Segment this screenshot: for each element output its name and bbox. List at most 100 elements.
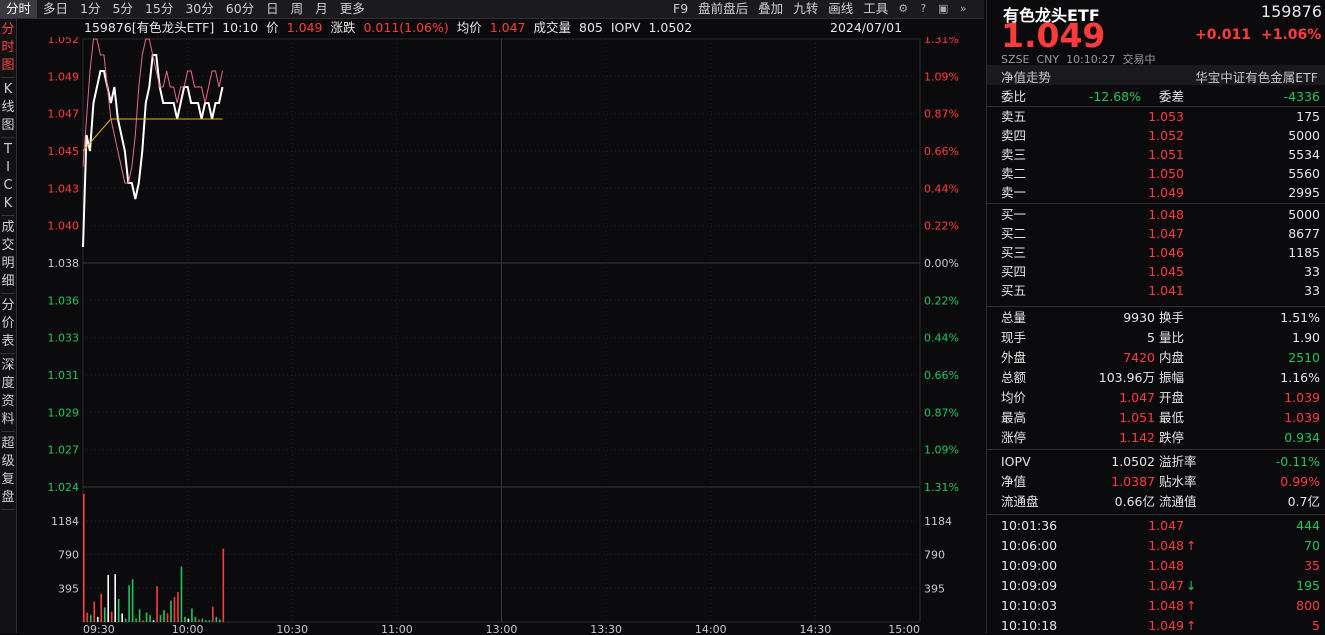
- tool-tab-2[interactable]: 叠加: [753, 0, 788, 18]
- side-nav-item-5[interactable]: 深度资料: [0, 357, 16, 429]
- side-nav-item-4[interactable]: 分价表: [0, 297, 16, 351]
- side-nav-item-2[interactable]: TICK: [0, 141, 16, 213]
- intraday-chart[interactable]: 1.052 1.31% 1.049 1.09% 1.047 0.87% 1.045 0.66%…: [17, 37, 984, 633]
- bid-label: 买三: [1001, 245, 1027, 260]
- volume-bar: [191, 608, 193, 622]
- stat-label: 贴水率: [1159, 474, 1197, 489]
- y-tick-right: 0.66%: [924, 369, 959, 382]
- period-tab-6[interactable]: 60分: [220, 0, 260, 18]
- iopv-label: IOPV: [610, 20, 641, 35]
- tool-tab-4[interactable]: 画线: [823, 0, 858, 18]
- ask-row: 卖三 1.051 5534: [987, 145, 1325, 164]
- stat-value: 0.7亿: [1287, 494, 1320, 509]
- expand-icon[interactable]: »: [956, 2, 970, 16]
- bid-label: 买四: [1001, 264, 1027, 279]
- stat-value: 1.51%: [1280, 310, 1320, 325]
- weibi-value: -12.68%: [1088, 89, 1141, 104]
- y-tick-left: 1.052: [48, 37, 80, 46]
- stat-row: 外盘 7420 内盘 2510: [987, 348, 1325, 367]
- volume-bar: [198, 619, 200, 622]
- divider: [987, 514, 1325, 515]
- volume-bar: [110, 611, 113, 622]
- tick-price: 1.049: [1148, 618, 1184, 633]
- y-tick-left: 1.033: [48, 332, 80, 345]
- volume-bar: [184, 616, 186, 622]
- bid-price: 1.041: [1148, 283, 1184, 298]
- price-value: 1.049: [286, 20, 323, 35]
- chart-info-bar: 159876[有色龙头ETF] 10:10 价 1.049 涨跌 0.011(1…: [84, 19, 920, 37]
- period-tab-7[interactable]: 日: [260, 0, 285, 18]
- arrow-up-icon: ↑: [1186, 618, 1197, 633]
- y-tick-right: 0.87%: [924, 108, 959, 121]
- ask-vol: 175: [1296, 109, 1320, 124]
- volume-bar: [166, 613, 169, 622]
- tool-tab-1[interactable]: 盘前盘后: [693, 0, 753, 18]
- tick-vol: 195: [1296, 578, 1320, 593]
- gear-icon[interactable]: ⚙: [896, 2, 910, 16]
- side-nav-item-6[interactable]: 超级复盘: [0, 435, 16, 507]
- volume-bar: [163, 610, 165, 622]
- bid-label: 买五: [1001, 283, 1027, 298]
- bid-vol: 33: [1304, 264, 1320, 279]
- arrow-down-icon: ↓: [1186, 578, 1197, 593]
- volume-bar: [208, 620, 211, 622]
- y-tick-left: 1.045: [48, 145, 80, 158]
- weibi-label: 委比: [1001, 89, 1027, 104]
- bid-row: 买三 1.046 1185: [987, 243, 1325, 262]
- stat-label: 跌停: [1159, 430, 1185, 445]
- tick-price: 1.048: [1148, 598, 1184, 613]
- y-tick-left: 1.036: [48, 294, 80, 307]
- period-tab-1[interactable]: 多日: [37, 0, 74, 18]
- period-tab-0[interactable]: 分时: [0, 0, 38, 18]
- volume-bar: [114, 574, 116, 622]
- bid-vol: 8677: [1288, 226, 1320, 241]
- period-tab-8[interactable]: 周: [285, 0, 310, 18]
- tool-tab-0[interactable]: F9: [668, 0, 693, 18]
- period-tab-9[interactable]: 月: [309, 0, 334, 18]
- volume-bar: [83, 493, 85, 622]
- side-nav-item-0[interactable]: 分时图: [0, 21, 16, 75]
- ask-row: 卖二 1.050 5560: [987, 164, 1325, 183]
- period-tab-10[interactable]: 更多: [334, 0, 371, 18]
- volume-bar: [103, 607, 106, 622]
- avg-label: 均价: [456, 20, 482, 35]
- volume-bar: [131, 579, 134, 622]
- y-tick-left: 1.027: [48, 444, 80, 457]
- tool-tab-3[interactable]: 九转: [788, 0, 823, 18]
- stat-label: 量比: [1159, 330, 1185, 345]
- bid-label: 买一: [1001, 207, 1027, 222]
- volume-bar: [128, 585, 130, 622]
- x-tick: 14:00: [695, 623, 727, 633]
- stat-label: 净值: [1001, 474, 1027, 489]
- price-label: 价: [266, 20, 279, 35]
- info-time: 10:10: [222, 20, 259, 35]
- nav-trend-label: 净值走势: [1001, 70, 1052, 85]
- stat-value: 1.142: [1119, 430, 1155, 445]
- period-tab-3[interactable]: 5分: [106, 0, 138, 18]
- tick-vol: 5: [1312, 618, 1320, 633]
- period-tab-2[interactable]: 1分: [74, 0, 106, 18]
- side-nav-item-3[interactable]: 成交明细: [0, 219, 16, 291]
- tick-vol: 800: [1296, 598, 1320, 613]
- tool-tab-5[interactable]: 工具: [858, 0, 893, 18]
- bid-vol: 1185: [1288, 245, 1320, 260]
- arrow-up-icon: ↑: [1186, 598, 1197, 613]
- y-tick-right: 0.44%: [924, 332, 959, 345]
- volume-bar: [177, 592, 179, 622]
- bid-row: 买一 1.048 5000: [987, 205, 1325, 224]
- help-icon[interactable]: ?: [916, 2, 930, 16]
- wp-icon[interactable]: ▣: [936, 2, 950, 16]
- volume-tick-right: 790: [924, 549, 945, 562]
- stat-value: 1.051: [1119, 410, 1155, 425]
- nav-trend-bar[interactable]: 净值走势 华宝中证有色金属ETF: [987, 65, 1325, 85]
- y-tick-right: 0.44%: [924, 182, 959, 195]
- stat-row: IOPV 1.0502 溢折率 -0.11%: [987, 452, 1325, 471]
- period-tab-5[interactable]: 30分: [179, 0, 219, 18]
- volume-bar: [135, 618, 137, 622]
- x-tick: 14:30: [800, 623, 832, 633]
- stat-label: 总量: [1001, 310, 1027, 325]
- stat-value: 1.039: [1284, 410, 1320, 425]
- side-nav-item-1[interactable]: K线图: [0, 81, 16, 135]
- period-tab-4[interactable]: 15分: [139, 0, 179, 18]
- y-tick-left: 1.047: [48, 108, 80, 121]
